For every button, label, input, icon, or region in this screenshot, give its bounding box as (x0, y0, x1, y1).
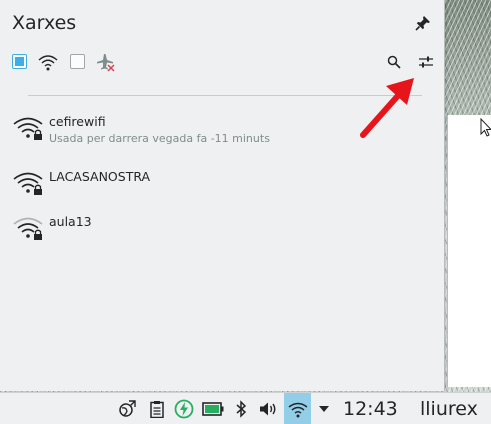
expand-arrow-icon[interactable] (314, 393, 334, 424)
airplane-checkbox-box (70, 54, 85, 69)
network-globe-icon[interactable] (115, 393, 139, 424)
user-name[interactable]: lliurex (420, 398, 478, 420)
wifi-enable-checkbox[interactable] (12, 54, 28, 70)
wifi-icon (38, 55, 58, 71)
network-item-aula13[interactable]: aula13 (0, 214, 444, 258)
settings-sliders-icon[interactable] (418, 54, 434, 70)
wifi-signal-lock-icon (13, 117, 43, 140)
mouse-cursor-icon (480, 118, 491, 137)
background-window (447, 115, 491, 387)
wifi-signal-lock-icon (13, 217, 43, 240)
network-popup: Xarxes cefirewifi Usada per darrera vega… (0, 0, 445, 391)
wifi-checkbox-box (12, 54, 27, 69)
bluetooth-icon[interactable] (231, 393, 251, 424)
pin-icon[interactable] (414, 14, 432, 32)
search-icon[interactable] (387, 55, 401, 69)
network-item-lacasanostra[interactable]: LACASANOSTRA (0, 169, 444, 213)
annotation-arrow-icon (360, 78, 414, 138)
clipboard-icon[interactable] (145, 393, 169, 424)
popup-title: Xarxes (12, 12, 77, 34)
network-name: cefirewifi (49, 114, 106, 129)
network-name: LACASANOSTRA (49, 169, 151, 184)
volume-icon[interactable] (256, 393, 280, 424)
airplane-mode-icon (97, 54, 115, 72)
network-status: Usada per darrera vegada fa -11 minuts (49, 132, 270, 145)
battery-charging-icon[interactable] (172, 393, 196, 424)
airplane-mode-checkbox[interactable] (70, 54, 86, 70)
wifi-tray-icon[interactable] (284, 393, 311, 424)
taskbar: 12:43 lliurex (0, 392, 491, 424)
clock-time[interactable]: 12:43 (343, 398, 398, 420)
network-name: aula13 (49, 214, 92, 229)
keyboard-battery-icon[interactable] (199, 393, 227, 424)
wifi-signal-lock-icon (13, 172, 43, 195)
